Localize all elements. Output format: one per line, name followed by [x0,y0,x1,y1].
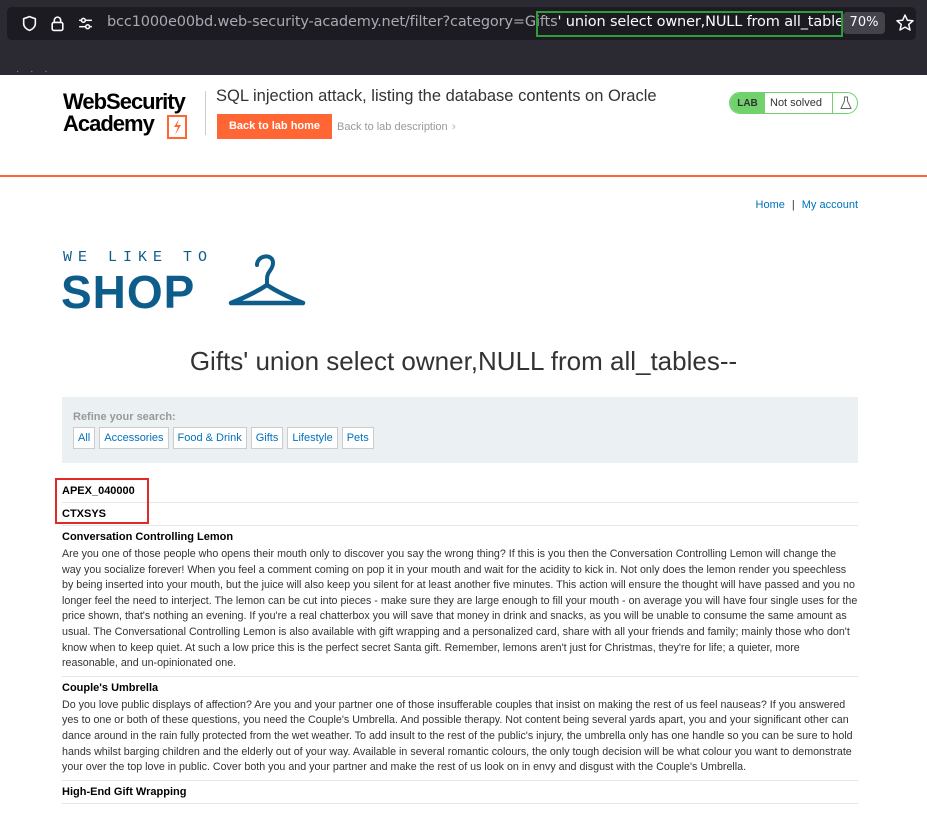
product-name: Conversation Controlling Lemon [62,531,234,543]
category-chip-gifts[interactable]: Gifts [250,427,284,449]
category-chip-list: All Accessories Food & Drink Gifts Lifes… [73,427,374,449]
lab-title: SQL injection attack, listing the databa… [216,87,657,105]
table-row: CTXSYS [62,503,858,526]
clothes-hanger-icon [228,254,306,306]
product-name: High-End Gift Wrapping [62,785,187,798]
category-chip-accessories[interactable]: Accessories [99,427,169,449]
permissions-icon[interactable] [77,15,94,32]
address-bar[interactable]: bcc1000e00bd.web-security-academy.net/fi… [7,7,916,40]
category-chip-food-drink[interactable]: Food & Drink [172,427,247,449]
home-link[interactable]: Home [756,199,785,211]
shop-logo: WE LIKE TO SHOP [61,249,313,318]
filter-label: Refine your search: [73,411,176,423]
lab-badge-label: LAB [730,93,765,113]
lightning-bolt-icon [167,115,187,139]
table-row: Couple's Umbrella Do you love public dis… [62,677,858,781]
product-name: CTXSYS [62,508,107,520]
browser-chrome: bcc1000e00bd.web-security-academy.net/fi… [0,0,927,77]
zoom-level-button[interactable]: 70% [843,12,885,34]
table-row: APEX_040000 [62,480,858,503]
category-chip-pets[interactable]: Pets [341,427,374,449]
url-prefix: bcc1000e00bd.web-security-academy.net/fi… [107,14,558,30]
header-divider [205,91,206,135]
category-filter-panel: Refine your search: All Accessories Food… [62,397,858,463]
product-name: Couple's Umbrella [62,681,159,694]
lock-icon[interactable] [49,15,66,32]
lab-header: WebSecurity Academy SQL injection attack… [0,75,927,177]
table-row: High-End Gift Wrapping [62,781,858,804]
shop-logo-tagline: WE LIKE TO [63,249,214,266]
top-navigation: Home | My account [756,199,858,211]
table-row: Conversation Controlling Lemon Are you o… [62,526,858,677]
logo-line1: WebSecurity [63,89,186,114]
web-security-academy-logo[interactable]: WebSecurity Academy [63,91,203,141]
flask-icon-container [832,93,857,113]
url-text[interactable]: bcc1000e00bd.web-security-academy.net/fi… [107,14,861,30]
product-name: APEX_040000 [62,485,135,497]
shop-logo-wordmark: SHOP [61,266,196,318]
product-description: Do you love public displays of affection… [62,698,853,774]
bookmark-star-icon[interactable] [895,13,915,33]
back-to-lab-description-link[interactable]: Back to lab description ›› [337,121,457,133]
category-chip-lifestyle[interactable]: Lifestyle [287,427,338,449]
my-account-link[interactable]: My account [802,199,858,211]
shield-icon[interactable] [21,15,38,32]
lab-status-text: Not solved [770,97,822,109]
flask-icon [840,96,852,109]
lab-status-badge: LAB Not solved [729,92,858,114]
back-to-lab-description-label: Back to lab description [337,121,448,133]
nav-separator: | [791,199,795,211]
results-table: APEX_040000 CTXSYS Conversation Controll… [62,480,858,804]
double-chevron-right-icon: ›› [451,121,457,133]
url-injection: ' union select owner,NULL from all_table… [557,14,862,30]
product-description: Are you one of those people who opens th… [62,548,858,670]
page-title: Gifts' union select owner,NULL from all_… [189,346,738,376]
category-chip-all[interactable]: All [73,427,96,449]
back-to-lab-home-button[interactable]: Back to lab home [217,114,332,139]
